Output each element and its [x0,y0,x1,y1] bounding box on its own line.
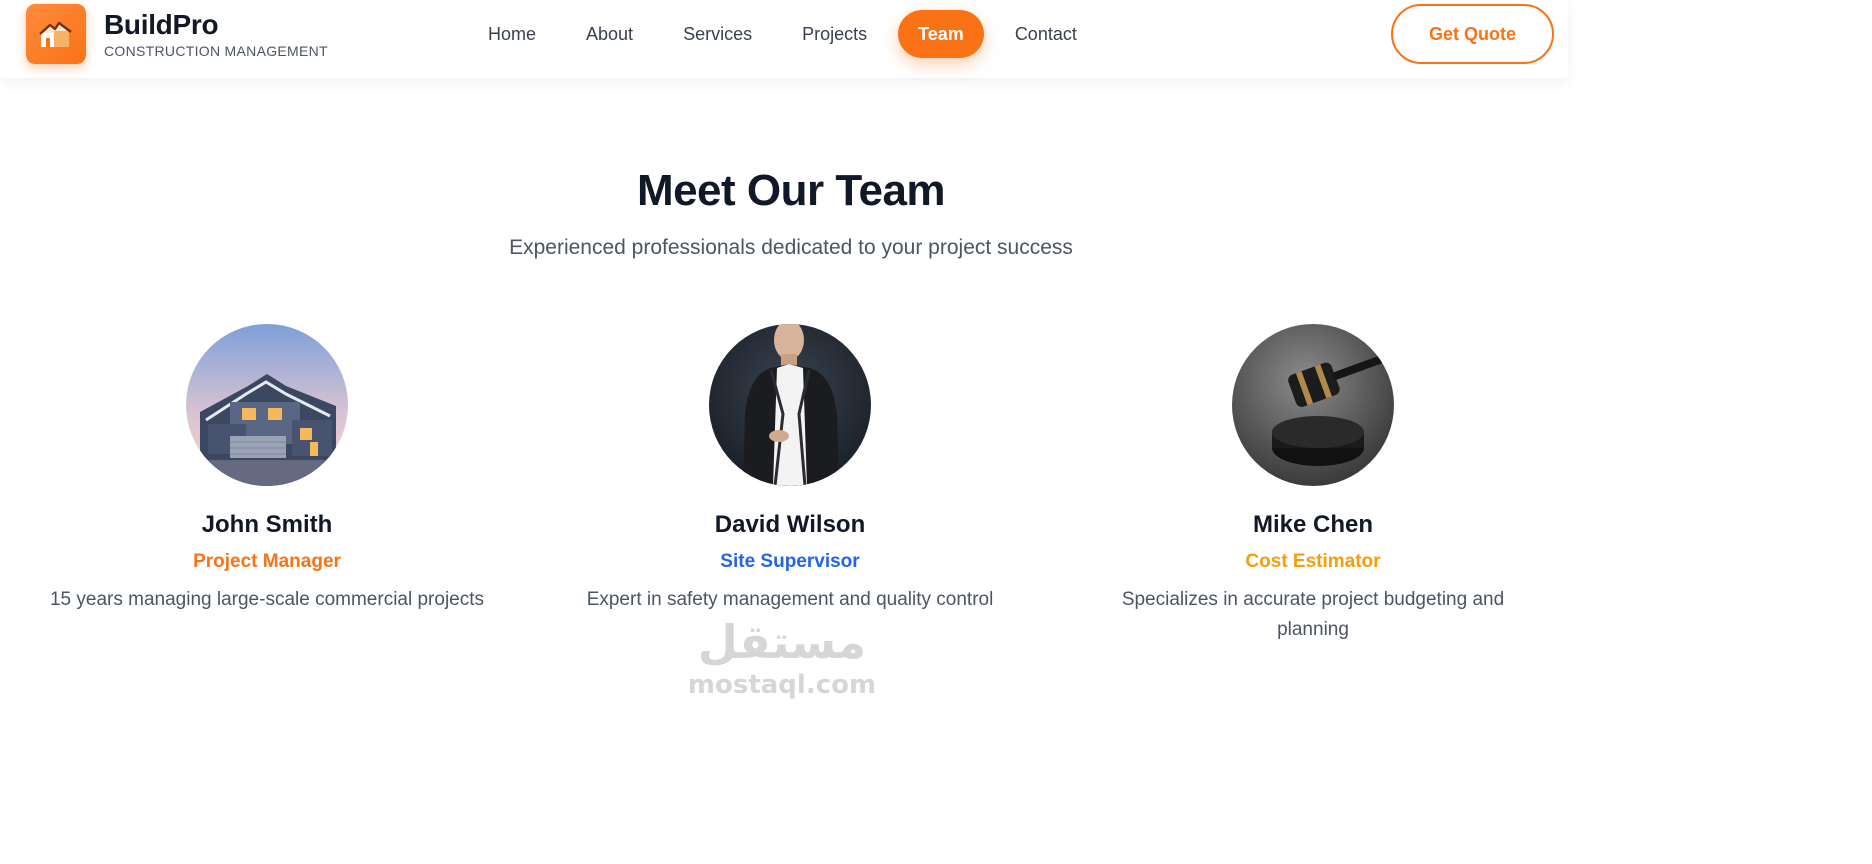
man-in-suit-photo [709,324,871,486]
watermark-latin: mostaql.com [687,670,877,700]
member-role: Site Supervisor [720,551,860,572]
mostaql-watermark: مستقل mostaql.com [682,612,882,700]
brand-name: BuildPro [104,9,219,40]
brand-tagline: CONSTRUCTION MANAGEMENT [104,43,328,59]
nav-link-services[interactable]: Services [658,10,777,58]
section-title: Meet Our Team [636,166,946,215]
nav-link-team[interactable]: Team [898,10,984,58]
member-description: Expert in safety management and quality … [586,589,994,610]
team-member-card: David Wilson Site Supervisor Expert in s… [530,324,1050,615]
section-subtitle: Experienced professionals dedicated to y… [509,236,1073,259]
nav-link-about[interactable]: About [561,10,658,58]
watermark-arabic: مستقل [697,615,867,669]
nav-link-projects[interactable]: Projects [777,10,892,58]
brand[interactable]: BuildPro CONSTRUCTION MANAGEMENT [26,4,328,64]
member-role: Cost Estimator [1245,551,1381,572]
member-description: 15 years managing large-scale commercial… [49,589,485,610]
nav-link-contact[interactable]: Contact [990,10,1102,58]
gavel-photo [1232,324,1394,486]
member-role: Project Manager [193,551,341,572]
main-nav: Home About Services Projects Team Contac… [463,10,1102,58]
navbar: BuildPro CONSTRUCTION MANAGEMENT Home Ab… [0,0,1568,78]
team-member-card: John Smith Project Manager 15 years mana… [7,324,527,615]
get-quote-button[interactable]: Get Quote [1391,4,1554,64]
member-name: Mike Chen [1252,511,1374,538]
member-description: Specializes in accurate project budgetin… [1121,589,1505,640]
building-icon [26,4,86,64]
nav-link-home[interactable]: Home [463,10,561,58]
team-member-card: Mike Chen Cost Estimator Specializes in … [1053,324,1573,645]
house-photo [186,324,348,486]
member-name: David Wilson [714,511,866,538]
member-name: John Smith [201,511,333,538]
